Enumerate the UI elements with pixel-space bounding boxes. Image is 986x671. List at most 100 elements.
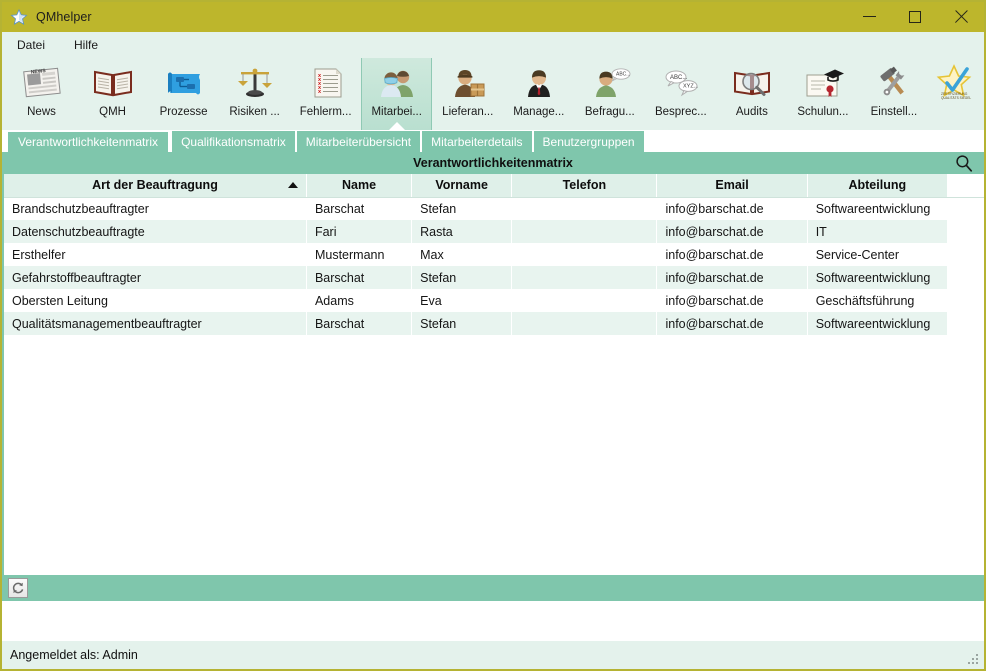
cell-art: Brandschutzbeauftragter [4, 197, 306, 220]
menu-item-hilfe[interactable]: Hilfe [71, 35, 110, 55]
supplier-icon [445, 62, 491, 104]
cell-vorname: Stefan [412, 266, 512, 289]
toolbar-item-mitarbeiter[interactable]: Mitarbei... [361, 58, 432, 130]
application-window: QMhelper Datei Hilfe [0, 0, 986, 671]
cell-telefon-redacted [512, 266, 657, 289]
grid-empty-area [2, 335, 984, 575]
cell-telefon-redacted [512, 289, 657, 312]
table-row[interactable]: Obersten Leitung Adams Eva info@barschat… [4, 289, 986, 312]
tab-benutzergruppen[interactable]: Benutzergruppen [534, 131, 644, 152]
cell-abteilung: Softwareentwicklung [807, 197, 947, 220]
cell-email: info@barschat.de [657, 197, 807, 220]
cell-name: Barschat [306, 197, 411, 220]
table-row[interactable]: Gefahrstoffbeauftragter Barschat Stefan … [4, 266, 986, 289]
toolbar-item-fehlermanagement[interactable]: xxx xx Fehlerm... [290, 58, 361, 130]
toolbar-item-certification[interactable]: ZERTIFIZIERUNG QUALITÄTS SIEGEL [929, 58, 980, 130]
window-title: QMhelper [36, 10, 92, 24]
certificate-icon [800, 62, 846, 104]
table-header-row: Art der Beauftragung Name Vorname Telefo… [4, 174, 986, 197]
toolbar-item-management[interactable]: Manage... [503, 58, 574, 130]
cell-art: Ersthelfer [4, 243, 306, 266]
column-header-email[interactable]: Email [657, 174, 807, 197]
column-header-spacer [947, 174, 986, 197]
table-body: Brandschutzbeauftragter Barschat Stefan … [4, 197, 986, 335]
cell-spacer [947, 312, 986, 335]
toolbar-item-news[interactable]: NEWS News [6, 58, 77, 130]
resize-grip[interactable] [967, 653, 980, 666]
toolbar-label: Prozesse [160, 106, 208, 118]
toolbar-item-qmh[interactable]: QMH [77, 58, 148, 130]
window-controls [846, 2, 984, 32]
cell-telefon-redacted [512, 312, 657, 335]
audit-icon [729, 62, 775, 104]
tab-verantwortlichkeitenmatrix[interactable]: Verantwortlichkeitenmatrix [6, 130, 170, 152]
toolbar-label: Risiken ... [229, 106, 280, 118]
cell-telefon-redacted [512, 243, 657, 266]
refresh-icon [11, 581, 25, 595]
cell-vorname: Stefan [412, 197, 512, 220]
toolbar-item-einstellungen[interactable]: Einstell... [858, 58, 929, 130]
sort-ascending-icon [288, 182, 298, 188]
open-book-icon [90, 62, 136, 104]
table-row[interactable]: Ersthelfer Mustermann Max info@barschat.… [4, 243, 986, 266]
table-row[interactable]: Datenschutzbeauftragte Fari Rasta info@b… [4, 220, 986, 243]
toolbar-item-prozesse[interactable]: Prozesse [148, 58, 219, 130]
column-header-abteilung[interactable]: Abteilung [807, 174, 947, 197]
toolbar-label: Einstell... [871, 106, 918, 118]
tools-icon [871, 62, 917, 104]
cell-abteilung: Softwareentwicklung [807, 312, 947, 335]
column-header-art-der-beauftragung[interactable]: Art der Beauftragung [4, 174, 306, 197]
newspaper-icon: NEWS [19, 62, 65, 104]
app-star-icon [10, 8, 28, 26]
toolbar-label: Befragu... [585, 106, 635, 118]
tab-mitarbeiteruebersicht[interactable]: Mitarbeiterübersicht [297, 131, 420, 152]
cell-telefon-redacted [512, 197, 657, 220]
cell-email: info@barschat.de [657, 289, 807, 312]
minimize-button[interactable] [846, 2, 892, 32]
data-grid-wrapper: Art der Beauftragung Name Vorname Telefo… [2, 174, 984, 335]
cell-abteilung: IT [807, 220, 947, 243]
cell-email: info@barschat.de [657, 312, 807, 335]
svg-text:XYZ...: XYZ... [683, 84, 699, 90]
search-icon[interactable] [952, 152, 976, 174]
toolbar-label: Manage... [513, 106, 564, 118]
toolbar-item-audits[interactable]: Audits [716, 58, 787, 130]
toolbar-item-lieferanten[interactable]: Lieferan... [432, 58, 503, 130]
column-header-telefon[interactable]: Telefon [512, 174, 657, 197]
cell-name: Barschat [306, 312, 411, 335]
lower-blank-area [2, 603, 984, 641]
toolbar-label: Schulun... [797, 106, 848, 118]
maximize-button[interactable] [892, 2, 938, 32]
table-row[interactable]: Brandschutzbeauftragter Barschat Stefan … [4, 197, 986, 220]
toolbar-label: Fehlerm... [300, 106, 352, 118]
toolbar-item-besprechungen[interactable]: ABC... XYZ... Besprec... [645, 58, 716, 130]
toolbar-item-befragung[interactable]: ABC... Befragu... [574, 58, 645, 130]
toolbar-item-risiken[interactable]: Risiken ... [219, 58, 290, 130]
cell-spacer [947, 289, 986, 312]
cell-spacer [947, 266, 986, 289]
menu-item-datei[interactable]: Datei [14, 35, 57, 55]
meeting-icon: ABC... XYZ... [658, 62, 704, 104]
cell-vorname: Max [412, 243, 512, 266]
cell-email: info@barschat.de [657, 220, 807, 243]
tab-qualifikationsmatrix[interactable]: Qualifikationsmatrix [172, 131, 295, 152]
table-row[interactable]: Qualitätsmanagementbeauftragter Barschat… [4, 312, 986, 335]
grid-title: Verantwortlichkeitenmatrix [413, 156, 573, 170]
cell-abteilung: Geschäftsführung [807, 289, 947, 312]
cell-name: Adams [306, 289, 411, 312]
cell-name: Mustermann [306, 243, 411, 266]
refresh-button[interactable] [8, 578, 28, 598]
column-header-name[interactable]: Name [306, 174, 411, 197]
grid-title-bar: Verantwortlichkeitenmatrix [2, 152, 984, 174]
toolbar-item-schulungen[interactable]: Schulun... [787, 58, 858, 130]
toolbar-label: Audits [736, 106, 768, 118]
close-button[interactable] [938, 2, 984, 32]
employees-icon [374, 62, 420, 104]
tab-mitarbeiterdetails[interactable]: Mitarbeiterdetails [422, 131, 531, 152]
toolbar-label: Besprec... [655, 106, 707, 118]
column-header-vorname[interactable]: Vorname [412, 174, 512, 197]
cell-email: info@barschat.de [657, 266, 807, 289]
menu-bar: Datei Hilfe [2, 32, 984, 58]
manager-icon [516, 62, 562, 104]
cell-abteilung: Service-Center [807, 243, 947, 266]
